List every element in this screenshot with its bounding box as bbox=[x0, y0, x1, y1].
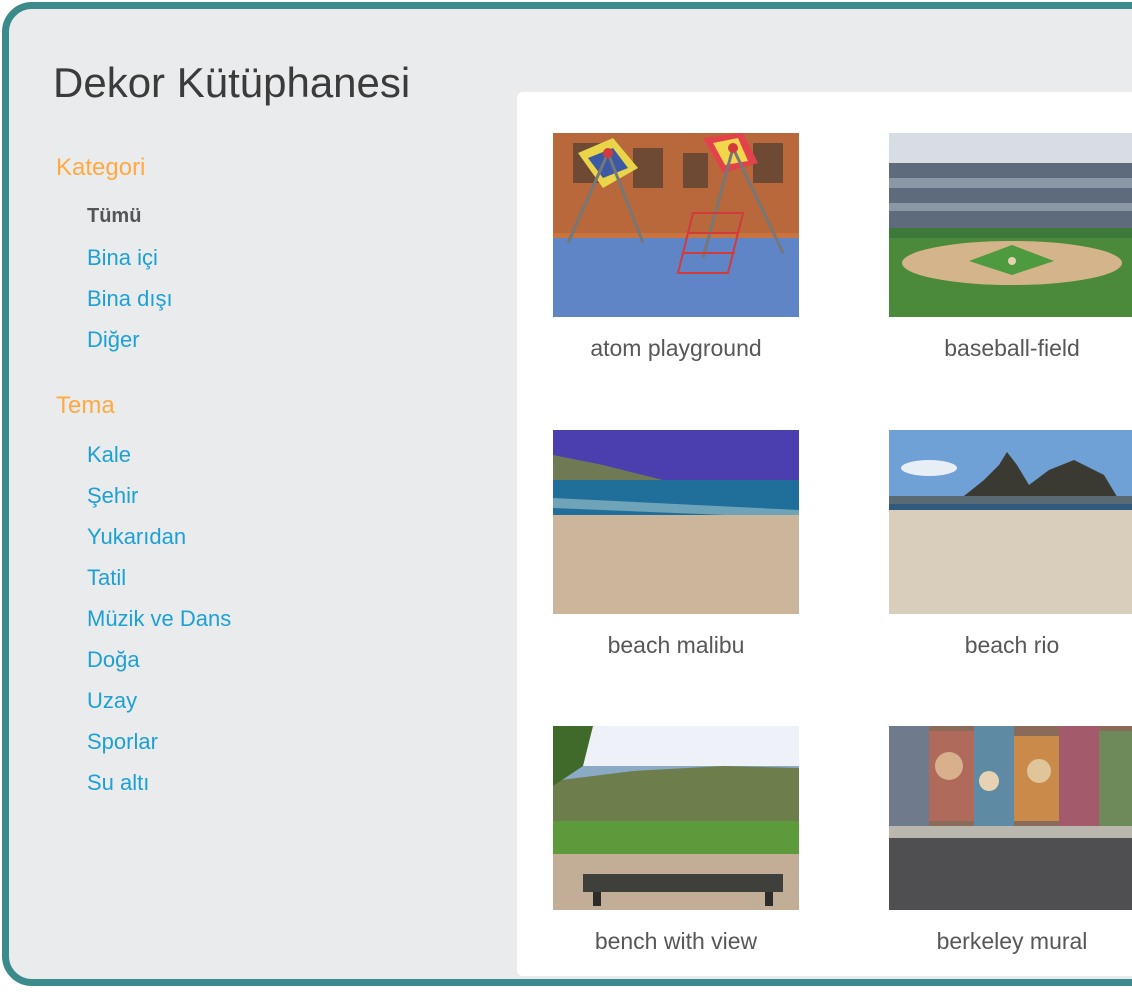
theme-item-flying[interactable]: Yukarıdan bbox=[87, 516, 231, 557]
page-title: Dekor Kütüphanesi bbox=[53, 59, 411, 106]
theme-item-music-dance[interactable]: Müzik ve Dans bbox=[87, 598, 231, 639]
theme-item-castle[interactable]: Kale bbox=[87, 434, 231, 475]
backdrop-name: berkeley mural bbox=[936, 928, 1088, 954]
theme-item-space[interactable]: Uzay bbox=[87, 680, 231, 721]
backdrop-name: beach malibu bbox=[607, 632, 745, 658]
theme-item-holiday[interactable]: Tatil bbox=[87, 557, 231, 598]
category-list: Tümü Bina içi Bina dışı Diğer bbox=[87, 196, 173, 360]
backdrop-name: atom playground bbox=[590, 335, 762, 361]
backdrop-name: beach rio bbox=[964, 632, 1060, 658]
backdrop-thumbnail bbox=[889, 430, 1132, 614]
theme-item-underwater[interactable]: Su altı bbox=[87, 762, 231, 803]
backdrop-tile[interactable]: baseball-field bbox=[889, 133, 1132, 362]
backdrop-tile[interactable]: atom playground bbox=[553, 133, 799, 362]
category-item-indoors[interactable]: Bina içi bbox=[87, 237, 173, 278]
category-item-other[interactable]: Diğer bbox=[87, 319, 173, 360]
theme-item-sports[interactable]: Sporlar bbox=[87, 721, 231, 762]
theme-heading: Tema bbox=[56, 392, 115, 419]
backdrop-tile[interactable]: bench with view bbox=[553, 726, 799, 955]
category-item-all[interactable]: Tümü bbox=[87, 196, 173, 237]
backdrop-thumbnail bbox=[889, 726, 1132, 910]
theme-item-nature[interactable]: Doğa bbox=[87, 639, 231, 680]
backdrop-thumbnail bbox=[889, 133, 1132, 317]
backdrop-tile[interactable]: berkeley mural bbox=[889, 726, 1132, 955]
category-heading: Kategori bbox=[56, 154, 146, 181]
backdrop-thumbnail bbox=[553, 726, 799, 910]
backdrop-tile[interactable]: beach malibu bbox=[553, 430, 799, 659]
category-item-outdoors[interactable]: Bina dışı bbox=[87, 278, 173, 319]
theme-list: Kale Şehir Yukarıdan Tatil Müzik ve Dans… bbox=[87, 434, 231, 803]
backdrop-tile[interactable]: beach rio bbox=[889, 430, 1132, 659]
backdrop-library-window: Dekor Kütüphanesi Kategori Tümü Bina içi… bbox=[2, 2, 1132, 986]
theme-item-city[interactable]: Şehir bbox=[87, 475, 231, 516]
backdrop-name: bench with view bbox=[594, 928, 758, 954]
backdrop-thumbnail bbox=[553, 133, 799, 317]
backdrop-name: baseball-field bbox=[944, 335, 1080, 361]
backdrop-grid: atom playground baseball-field beach mal… bbox=[517, 92, 1132, 976]
backdrop-thumbnail bbox=[553, 430, 799, 614]
